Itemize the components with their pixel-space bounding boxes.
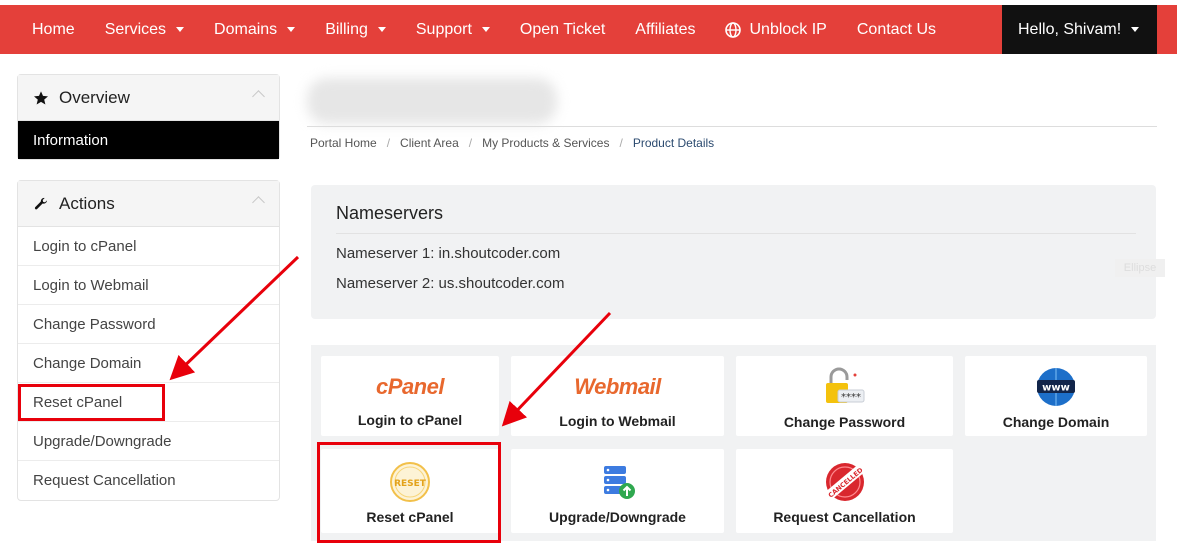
nameserver-1: Nameserver 1: in.shoutcoder.com [336, 245, 561, 262]
nav-contact-us-label: Contact Us [856, 20, 936, 38]
breadcrumb-client-area[interactable]: Client Area [400, 136, 459, 150]
nav-contact-us[interactable]: Contact Us [842, 5, 951, 54]
divider [336, 233, 1136, 234]
nav-open-ticket[interactable]: Open Ticket [505, 5, 620, 54]
tile-label: Request Cancellation [773, 509, 916, 525]
sidebar-item-label: Login to cPanel [33, 237, 137, 255]
tile-label: Change Password [783, 414, 906, 430]
actions-panel-header[interactable]: Actions [18, 181, 279, 227]
nav-bar: Home Services Domains Billing Support Op… [0, 5, 1177, 54]
padlock-icon: **** [736, 366, 953, 408]
server-upgrade-icon [511, 461, 724, 503]
tile-login-webmail[interactable]: Webmail Login to Webmail [511, 356, 724, 436]
breadcrumb-portal-home[interactable]: Portal Home [310, 136, 377, 150]
tile-upgrade-downgrade[interactable]: Upgrade/Downgrade [511, 449, 724, 533]
user-menu[interactable]: Hello, Shivam! [1002, 5, 1157, 54]
nav-billing[interactable]: Billing [310, 5, 401, 54]
tile-label: Login to Webmail [559, 413, 676, 429]
wrench-icon [33, 196, 49, 212]
sidebar-item-change-password[interactable]: Change Password [18, 305, 279, 344]
breadcrumb-separator: / [468, 136, 473, 150]
caret-down-icon [1131, 27, 1140, 32]
nav-domains[interactable]: Domains [199, 5, 310, 54]
nav-services-label: Services [104, 20, 167, 38]
tile-label: Login to cPanel [357, 412, 463, 428]
annotation-highlight-sidebar-reset [18, 384, 165, 421]
nav-affiliates[interactable]: Affiliates [620, 5, 710, 54]
cpanel-logo-icon: cPanel [321, 372, 499, 402]
actions-title: Actions [59, 193, 115, 213]
client-area-page: Home Services Domains Billing Support Op… [0, 0, 1177, 549]
sidebar-item-upgrade-downgrade[interactable]: Upgrade/Downgrade [18, 422, 279, 461]
sidebar-item-information[interactable]: Information [18, 121, 279, 159]
sidebar-item-label: Change Password [33, 315, 156, 333]
chevron-up-icon[interactable] [252, 90, 265, 103]
cpanel-logo-text: cPanel [376, 374, 444, 399]
caret-down-icon [481, 27, 490, 32]
sidebar-item-login-cpanel[interactable]: Login to cPanel [18, 227, 279, 266]
top-navigation: Home Services Domains Billing Support Op… [0, 0, 1177, 54]
nav-affiliates-label: Affiliates [635, 20, 696, 38]
www-badge-text: www [1042, 383, 1070, 394]
webmail-logo-icon: Webmail [511, 372, 724, 402]
nav-home-label: Home [32, 20, 75, 38]
nav-support-label: Support [415, 20, 472, 38]
nav-services[interactable]: Services [90, 5, 199, 54]
caret-down-icon [287, 27, 296, 32]
caret-down-icon [176, 27, 185, 32]
sidebar-item-label: Login to Webmail [33, 276, 149, 294]
breadcrumb-separator: / [619, 136, 623, 150]
nav-open-ticket-label: Open Ticket [519, 20, 606, 38]
tile-change-password[interactable]: **** Change Password [736, 356, 953, 436]
breadcrumb-my-products[interactable]: My Products & Services [482, 136, 609, 150]
tile-label: Change Domain [1002, 414, 1110, 430]
overview-panel: Overview Information [17, 74, 280, 160]
sidebar-item-label: Information [33, 131, 109, 149]
nav-domains-label: Domains [214, 20, 278, 38]
sidebar-item-label: Request Cancellation [33, 472, 176, 489]
password-mask-text: **** [841, 392, 861, 403]
sidebar-item-label: Upgrade/Downgrade [33, 432, 172, 450]
nameservers-panel: Nameservers Nameserver 1: in.shoutcoder.… [311, 185, 1156, 319]
tile-label: Upgrade/Downgrade [549, 509, 686, 525]
nameserver-2: Nameserver 2: us.shoutcoder.com [336, 275, 565, 292]
overview-panel-header[interactable]: Overview [18, 75, 279, 121]
sidebar-item-label: Change Domain [33, 354, 142, 372]
nav-unblock-ip-label: Unblock IP [749, 20, 827, 38]
webmail-logo-text: Webmail [574, 374, 661, 399]
sidebar-item-change-domain[interactable]: Change Domain [18, 344, 279, 383]
annotation-highlight-tile-reset [317, 442, 501, 543]
breadcrumb-separator: / [386, 136, 391, 150]
nav-support[interactable]: Support [401, 5, 505, 54]
tile-change-domain[interactable]: www Change Domain [965, 356, 1147, 436]
chevron-up-icon[interactable] [252, 196, 265, 209]
divider [307, 126, 1157, 127]
redacted-product-title [307, 78, 557, 124]
cancelled-stamp-icon: CANCELLED [736, 461, 953, 503]
star-icon [33, 90, 49, 106]
tile-login-cpanel[interactable]: cPanel Login to cPanel [321, 356, 499, 436]
nav-unblock-ip[interactable]: Unblock IP [710, 5, 841, 54]
ellipse-tag: Ellipse [1115, 259, 1165, 277]
caret-down-icon [377, 27, 386, 32]
user-greeting: Hello, Shivam! [1018, 20, 1122, 38]
nav-home[interactable]: Home [0, 5, 90, 54]
breadcrumb-product-details: Product Details [632, 136, 715, 150]
nav-billing-label: Billing [325, 20, 368, 38]
breadcrumb: Portal Home / Client Area / My Products & … [310, 136, 714, 150]
globe-icon [725, 21, 742, 38]
overview-title: Overview [59, 87, 130, 107]
www-globe-icon: www [965, 366, 1147, 408]
sidebar-item-login-webmail[interactable]: Login to Webmail [18, 266, 279, 305]
sidebar-item-request-cancellation[interactable]: Request Cancellation [18, 461, 279, 500]
nameservers-title: Nameservers [336, 203, 444, 223]
tile-request-cancellation[interactable]: CANCELLED Request Cancellation [736, 449, 953, 533]
actions-panel: Actions Login to cPanel Login to Webmail… [17, 180, 280, 501]
